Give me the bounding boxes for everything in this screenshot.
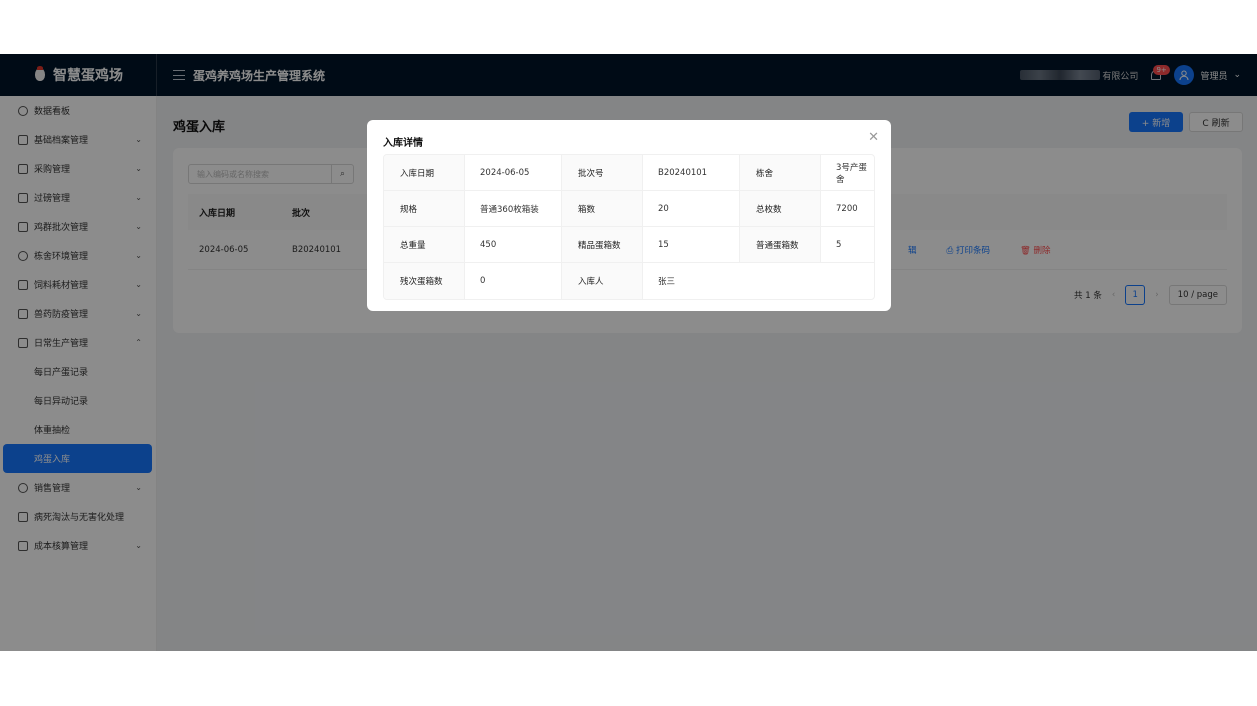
detail-row: 入库日期 2024-06-05 批次号 B20240101 栋舍 3号产蛋舍 [384, 155, 874, 191]
label-operator: 入库人 [562, 263, 643, 299]
label-total-eggs: 总枚数 [740, 191, 821, 226]
label-premium-boxes: 精品蛋箱数 [562, 227, 643, 262]
label-house: 栋舍 [740, 155, 821, 190]
value-defective-boxes: 0 [465, 263, 562, 299]
value-batch-no: B20240101 [643, 155, 740, 190]
detail-table: 入库日期 2024-06-05 批次号 B20240101 栋舍 3号产蛋舍 规… [383, 154, 875, 300]
value-regular-boxes: 5 [836, 239, 842, 250]
label-box-count: 箱数 [562, 191, 643, 226]
value-operator: 张三 [658, 277, 676, 287]
detail-modal: 入库详情 ✕ 入库日期 2024-06-05 批次号 B20240101 栋舍 … [367, 120, 891, 311]
label-batch-no: 批次号 [562, 155, 643, 190]
label-defective-boxes: 残次蛋箱数 [384, 263, 465, 299]
detail-row: 规格 普通360枚箱装 箱数 20 总枚数 7200 [384, 191, 874, 227]
value-total-weight: 450 [465, 227, 562, 262]
label-regular-boxes: 普通蛋箱数 [740, 227, 821, 262]
value-spec: 普通360枚箱装 [465, 191, 562, 226]
value-premium-boxes: 15 [643, 227, 740, 262]
label-total-weight: 总重量 [384, 227, 465, 262]
label-storage-date: 入库日期 [384, 155, 465, 190]
value-total-eggs: 7200 [836, 203, 858, 214]
detail-row: 残次蛋箱数 0 入库人 张三 [384, 263, 874, 299]
value-house: 3号产蛋舍 [836, 162, 867, 185]
value-box-count: 20 [643, 191, 740, 226]
modal-title: 入库详情 [383, 138, 423, 149]
label-spec: 规格 [384, 191, 465, 226]
detail-row: 总重量 450 精品蛋箱数 15 普通蛋箱数 5 [384, 227, 874, 263]
app-window: 智慧蛋鸡场 蛋鸡养鸡场生产管理系统 有限公司 9+ 管理员 ⌄ 数据看板 基础档… [0, 54, 1257, 651]
value-storage-date: 2024-06-05 [465, 155, 562, 190]
close-icon[interactable]: ✕ [868, 130, 879, 145]
